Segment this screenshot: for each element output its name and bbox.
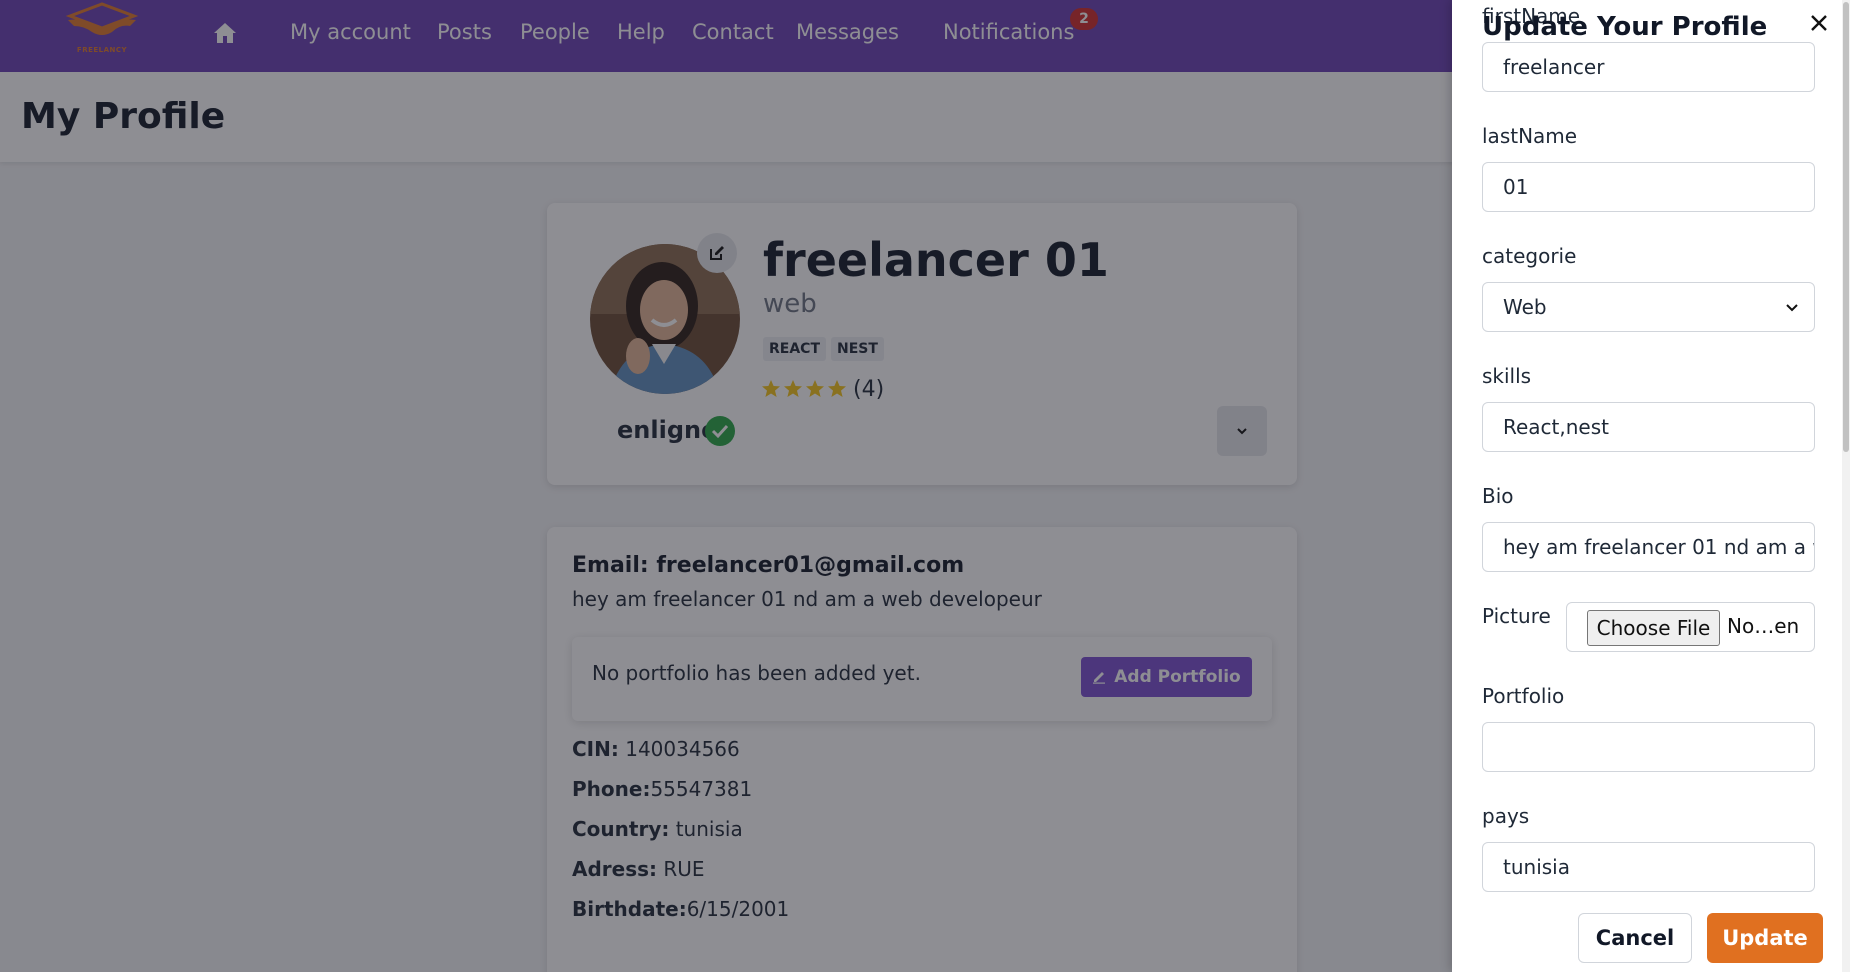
close-icon[interactable] [1806,10,1832,36]
cancel-button[interactable]: Cancel [1578,913,1692,963]
chevron-down-icon [1786,304,1798,312]
skills-label: skills [1482,364,1532,388]
modal-overlay[interactable] [0,0,1452,972]
bio-label: Bio [1482,484,1514,508]
update-profile-drawer: firstName Update Your Profile freelancer… [1452,0,1850,972]
categorie-select[interactable]: Web [1482,282,1815,332]
firstname-input[interactable]: freelancer [1482,42,1815,92]
drawer-scrollbar[interactable] [1842,0,1850,972]
pays-input[interactable]: tunisia [1482,842,1815,892]
file-status: No…en [1727,614,1800,638]
portfolio-label: Portfolio [1482,684,1565,708]
picture-label: Picture [1482,604,1551,628]
categorie-selected: Web [1503,295,1547,319]
lastname-input[interactable]: 01 [1482,162,1815,212]
scrollbar-thumb[interactable] [1843,2,1849,452]
skills-input[interactable]: React,nest [1482,402,1815,452]
choose-file-button[interactable]: Choose File [1587,610,1720,646]
drawer-title: Update Your Profile [1482,12,1768,42]
bio-input[interactable]: hey am freelancer 01 nd am a web develop… [1482,522,1815,572]
picture-file-field: Choose File No…en [1566,602,1815,652]
categorie-label: categorie [1482,244,1577,268]
pays-label: pays [1482,804,1530,828]
update-button[interactable]: Update [1707,913,1823,963]
lastname-label: lastName [1482,124,1578,148]
portfolio-input[interactable] [1482,722,1815,772]
